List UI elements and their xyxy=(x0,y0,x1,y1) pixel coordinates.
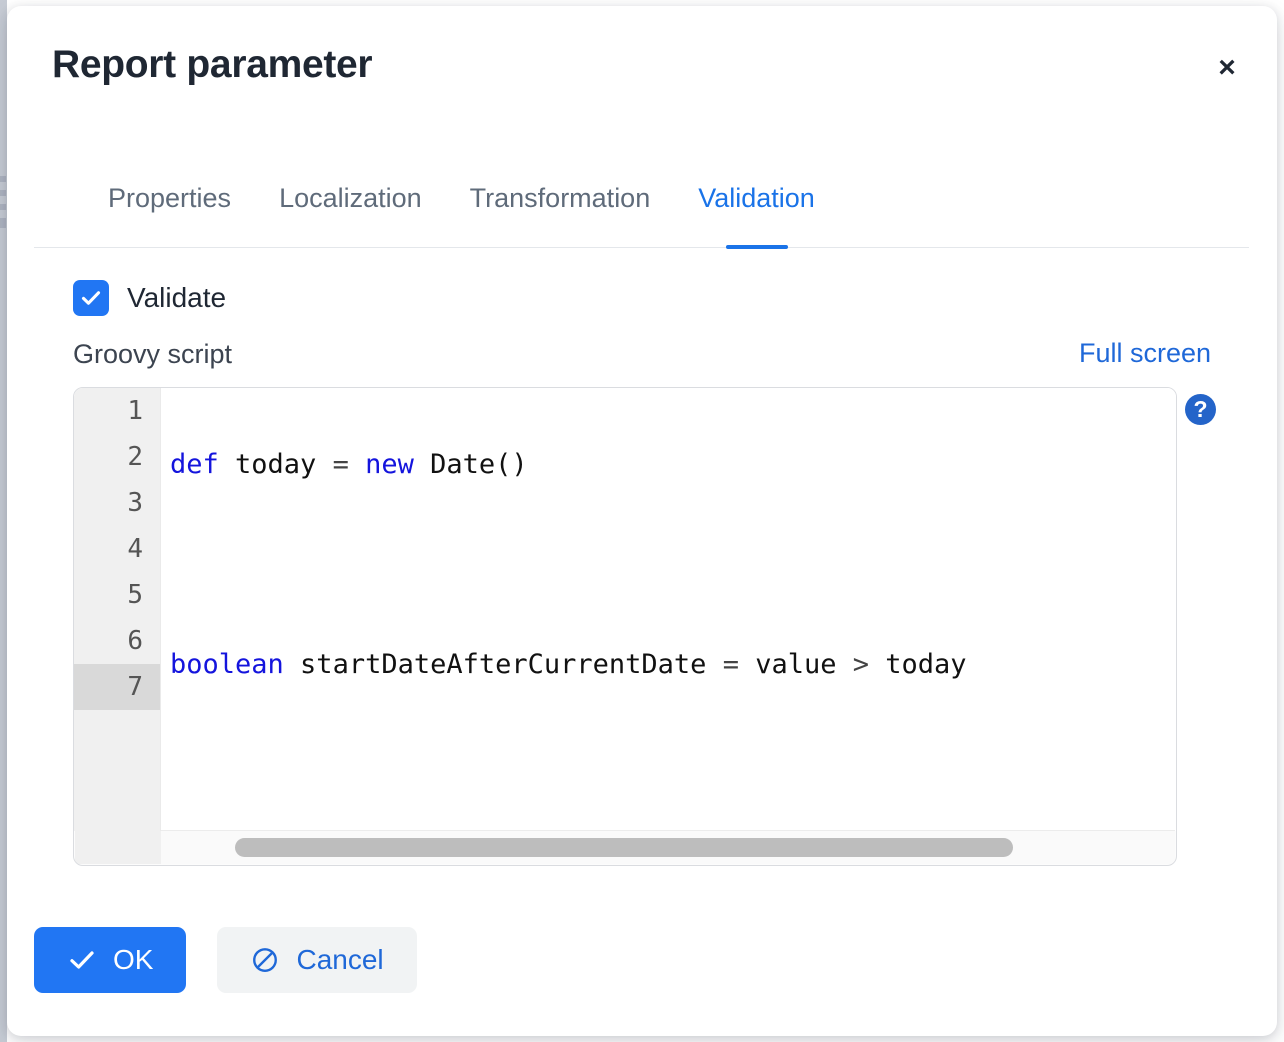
token-operator-assign: = xyxy=(723,649,739,680)
validate-label: Validate xyxy=(127,284,226,312)
line-number-gutter: 1 2 3 4 5 6 7 xyxy=(74,388,161,831)
line-number: 4 xyxy=(74,526,160,572)
token-identifier-today: today xyxy=(869,649,967,680)
line-number: 5 xyxy=(74,572,160,618)
token-identifier-today: today xyxy=(219,449,333,480)
code-line-3[interactable]: boolean startDateAfterCurrentDate = valu… xyxy=(161,642,1176,688)
ban-icon xyxy=(250,945,280,975)
scrollbar-thumb[interactable] xyxy=(235,838,1013,857)
token-call-date: Date() xyxy=(430,449,528,480)
tab-bar: Properties Localization Transformation V… xyxy=(34,178,1249,248)
tab-validation[interactable]: Validation xyxy=(674,178,839,247)
token-operator-assign: = xyxy=(333,449,349,480)
line-number-active: 7 xyxy=(74,664,160,710)
tab-localization[interactable]: Localization xyxy=(255,178,446,247)
dialog-header: Report parameter × xyxy=(7,6,1277,136)
token-identifier-value: value xyxy=(739,649,853,680)
line-number: 6 xyxy=(74,618,160,664)
token-identifier-flag: startDateAfterCurrentDate xyxy=(284,649,723,680)
gutter-footer xyxy=(75,831,161,864)
groovy-script-label: Groovy script xyxy=(73,339,232,370)
token-keyword-new: new xyxy=(349,449,430,480)
tab-list: Properties Localization Transformation V… xyxy=(34,178,1249,247)
tab-properties[interactable]: Properties xyxy=(84,178,255,247)
editor-body: 1 2 3 4 5 6 7 def today = new Date() boo… xyxy=(74,388,1176,831)
line-number: 1 xyxy=(74,388,160,434)
check-icon xyxy=(79,286,103,310)
background-content-line xyxy=(0,176,6,182)
page-title: Report parameter xyxy=(52,42,372,89)
line-number: 2 xyxy=(74,434,160,480)
background-content-line xyxy=(0,190,6,196)
ok-button-label: OK xyxy=(113,944,153,976)
groovy-script-editor[interactable]: 1 2 3 4 5 6 7 def today = new Date() boo… xyxy=(73,387,1177,866)
token-operator-gt: > xyxy=(853,649,869,680)
background-content-line xyxy=(0,204,6,210)
cancel-button-label: Cancel xyxy=(296,944,383,976)
help-icon[interactable]: ? xyxy=(1185,394,1216,425)
token-keyword-boolean: boolean xyxy=(170,649,284,680)
cancel-button[interactable]: Cancel xyxy=(217,927,416,993)
ok-button[interactable]: OK xyxy=(34,927,186,993)
dialog-footer: OK Cancel xyxy=(34,927,417,993)
full-screen-link[interactable]: Full screen xyxy=(1079,338,1211,369)
report-parameter-dialog: Report parameter × Properties Localizati… xyxy=(7,6,1277,1036)
code-line-4[interactable] xyxy=(161,742,1176,788)
code-line-2[interactable] xyxy=(161,542,1176,588)
validate-checkbox[interactable] xyxy=(73,280,109,316)
code-line-1[interactable]: def today = new Date() xyxy=(161,442,1176,488)
background-content-edge xyxy=(0,0,7,1042)
token-keyword-def: def xyxy=(170,449,219,480)
tab-transformation[interactable]: Transformation xyxy=(446,178,675,247)
validate-row: Validate xyxy=(73,280,226,316)
line-number: 3 xyxy=(74,480,160,526)
code-area[interactable]: def today = new Date() boolean startDate… xyxy=(161,388,1176,831)
close-icon[interactable]: × xyxy=(1205,46,1249,90)
editor-horizontal-scrollbar[interactable] xyxy=(161,830,1175,864)
background-content-line xyxy=(0,218,6,228)
check-icon xyxy=(67,945,97,975)
